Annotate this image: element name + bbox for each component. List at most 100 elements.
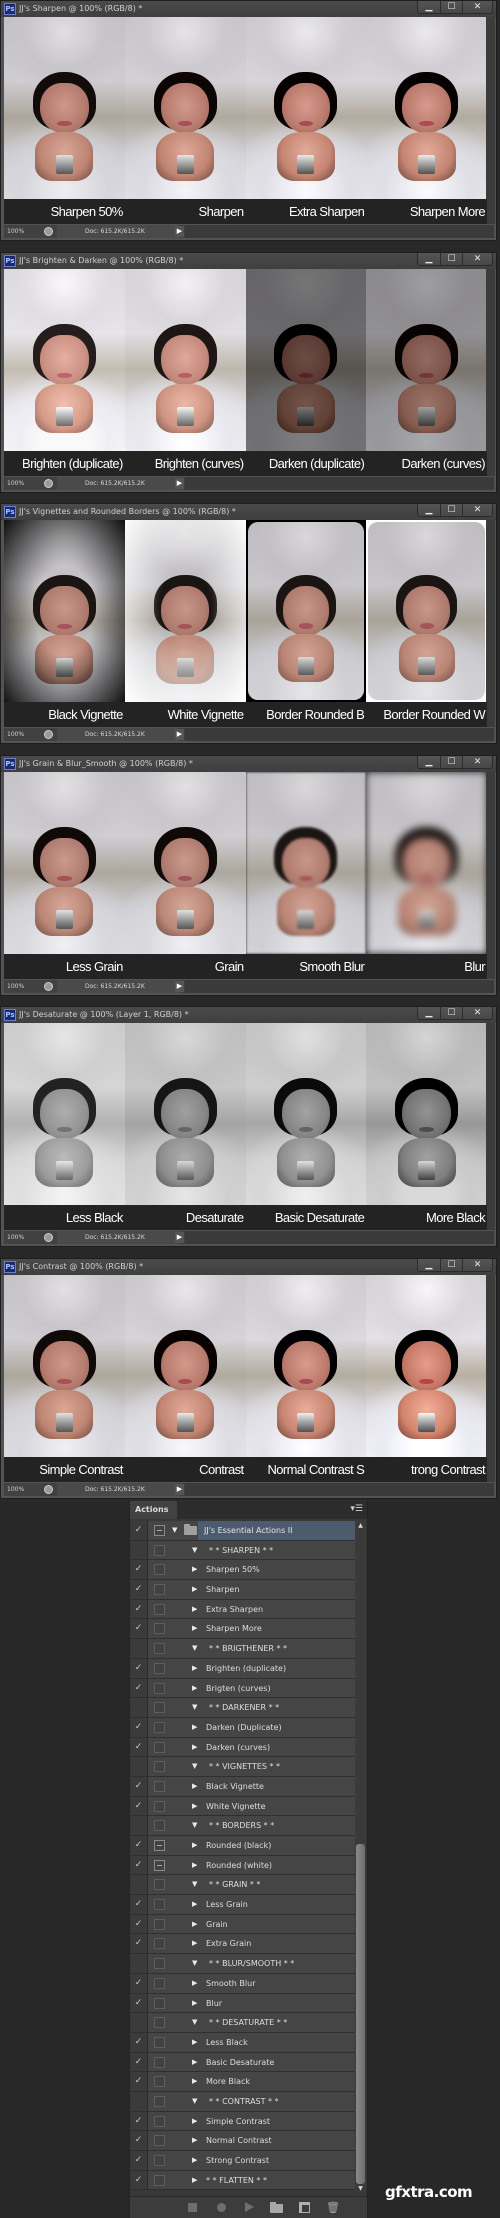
- toggle-item-checkbox[interactable]: ✓: [130, 1678, 148, 1698]
- toggle-item-checkbox[interactable]: ✓: [130, 2151, 148, 2170]
- toggle-item-checkbox[interactable]: ✓: [130, 2032, 148, 2052]
- toggle-item-checkbox[interactable]: ✓: [130, 1560, 148, 1580]
- toggle-item-checkbox[interactable]: ✓: [130, 1717, 148, 1737]
- toggle-dialog-icon[interactable]: [154, 1820, 165, 1832]
- expand-triangle-icon[interactable]: ▶: [192, 1836, 197, 1855]
- zoom-level[interactable]: 100%: [7, 477, 24, 490]
- close-icon[interactable]: ✕: [462, 1007, 492, 1019]
- status-menu-arrow-icon[interactable]: ▶: [175, 1232, 184, 1243]
- collapse-triangle-icon[interactable]: ▼: [192, 1875, 197, 1894]
- action-row[interactable]: ✓ ▶ Sharpen: [130, 1580, 356, 1600]
- action-row[interactable]: ✓ ▶ Sharpen 50%: [130, 1560, 356, 1581]
- action-row[interactable]: ✓ ▶ Strong Contrast: [130, 2151, 356, 2171]
- status-info-icon[interactable]: [44, 479, 53, 488]
- horizontal-scrollbar[interactable]: [185, 1483, 494, 1496]
- toggle-dialog-icon[interactable]: [154, 1721, 165, 1733]
- action-row[interactable]: ✓ ▶ Blur: [130, 1993, 356, 2014]
- action-row[interactable]: ✓ ▶ Brighten (duplicate): [130, 1658, 356, 1679]
- window-title-bar[interactable]: Ps JJ's Contrast @ 100% (RGB/8) * ▁ ☐ ✕: [1, 1259, 496, 1275]
- stop-playing-button[interactable]: [186, 2201, 199, 2214]
- maximize-icon[interactable]: ☐: [440, 504, 462, 516]
- canvas[interactable]: [4, 17, 487, 199]
- collapse-triangle-icon[interactable]: ▼: [192, 1757, 197, 1776]
- tab-actions[interactable]: Actions: [130, 1501, 177, 1519]
- action-group-row[interactable]: ▼ * * GRAIN * *: [130, 1875, 356, 1896]
- toggle-item-checkbox[interactable]: ✓: [130, 2170, 148, 2190]
- zoom-level[interactable]: 100%: [7, 1483, 24, 1496]
- delete-button[interactable]: 🗑: [326, 2201, 340, 2214]
- zoom-level[interactable]: 100%: [7, 728, 24, 741]
- canvas-scrollbar[interactable]: [486, 1275, 495, 1482]
- maximize-icon[interactable]: ☐: [440, 253, 462, 265]
- action-row[interactable]: ✓ ▶ Rounded (black): [130, 1836, 356, 1856]
- toggle-item-checkbox[interactable]: ✓: [130, 2111, 148, 2131]
- toggle-item-checkbox[interactable]: [130, 1954, 148, 1973]
- toggle-dialog-icon[interactable]: [154, 1780, 165, 1792]
- canvas-scrollbar[interactable]: [486, 520, 495, 727]
- toggle-item-checkbox[interactable]: ✓: [130, 1993, 148, 2013]
- toggle-dialog-icon[interactable]: [154, 1800, 165, 1812]
- record-button[interactable]: [215, 2201, 228, 2214]
- minimize-icon[interactable]: ▁: [418, 756, 440, 768]
- toggle-dialog-icon[interactable]: [154, 1643, 165, 1655]
- close-icon[interactable]: ✕: [462, 253, 492, 265]
- action-row[interactable]: ✓ ▶ * * FLATTEN * *: [130, 2170, 356, 2191]
- minimize-icon[interactable]: ▁: [418, 1, 440, 13]
- expand-triangle-icon[interactable]: ▶: [192, 1619, 197, 1638]
- toggle-dialog-icon[interactable]: [154, 1682, 165, 1694]
- status-menu-arrow-icon[interactable]: ▶: [175, 981, 184, 992]
- window-title-bar[interactable]: Ps JJ's Desaturate @ 100% (Layer 1, RGB/…: [1, 1007, 496, 1023]
- expand-triangle-icon[interactable]: ▶: [192, 1560, 197, 1579]
- toggle-item-checkbox[interactable]: ✓: [130, 1934, 148, 1954]
- toggle-item-checkbox[interactable]: ✓: [130, 1580, 148, 1599]
- horizontal-scrollbar[interactable]: [185, 477, 494, 490]
- action-group-row[interactable]: ▼ * * BRIGTHENER * *: [130, 1639, 356, 1659]
- action-row[interactable]: ✓ ▶ Extra Sharpen: [130, 1599, 356, 1620]
- window-title-bar[interactable]: Ps JJ's Brighten & Darken @ 100% (RGB/8)…: [1, 253, 496, 269]
- toggle-dialog-icon[interactable]: [154, 2017, 165, 2029]
- action-row[interactable]: ✓ ▶ More Black: [130, 2072, 356, 2092]
- toggle-dialog-icon[interactable]: [154, 1603, 165, 1615]
- toggle-item-checkbox[interactable]: ✓: [130, 1658, 148, 1678]
- action-group-row[interactable]: ▼ * * SHARPEN * *: [130, 1540, 356, 1561]
- expand-triangle-icon[interactable]: ▶: [192, 1659, 197, 1678]
- new-set-button[interactable]: [270, 2201, 283, 2214]
- expand-triangle-icon[interactable]: ▶: [192, 1915, 197, 1934]
- canvas[interactable]: [4, 269, 487, 451]
- status-info-icon[interactable]: [44, 227, 53, 236]
- toggle-dialog-icon[interactable]: [154, 1918, 165, 1930]
- toggle-item-checkbox[interactable]: ✓: [130, 1836, 148, 1855]
- toggle-dialog-icon[interactable]: [154, 1623, 165, 1635]
- toggle-item-checkbox[interactable]: ✓: [130, 2131, 148, 2150]
- status-info-icon[interactable]: [44, 1485, 53, 1494]
- toggle-item-checkbox[interactable]: ✓: [130, 1737, 148, 1757]
- play-selection-button[interactable]: [242, 2201, 255, 2214]
- toggle-dialog-icon[interactable]: [154, 1879, 165, 1891]
- expand-triangle-icon[interactable]: ▶: [192, 1679, 197, 1698]
- expand-triangle-icon[interactable]: ▶: [192, 1738, 197, 1757]
- horizontal-scrollbar[interactable]: [185, 1231, 494, 1244]
- zoom-level[interactable]: 100%: [7, 225, 24, 238]
- toggle-dialog-icon[interactable]: [154, 1958, 165, 1970]
- actions-scrollbar[interactable]: ▲ ▼: [355, 1521, 366, 2193]
- expand-triangle-icon[interactable]: ▶: [192, 2033, 197, 2052]
- expand-triangle-icon[interactable]: ▶: [192, 1895, 197, 1914]
- expand-triangle-icon[interactable]: ▶: [192, 2131, 197, 2150]
- action-row[interactable]: ✓ ▶ Sharpen More: [130, 1619, 356, 1640]
- expand-triangle-icon[interactable]: ▶: [192, 1600, 197, 1619]
- toggle-dialog-icon[interactable]: [154, 1702, 165, 1714]
- close-icon[interactable]: ✕: [462, 504, 492, 516]
- close-icon[interactable]: ✕: [462, 1, 492, 13]
- collapse-triangle-icon[interactable]: ▼: [192, 1954, 197, 1973]
- toggle-item-checkbox[interactable]: ✓: [130, 1796, 148, 1816]
- collapse-triangle-icon[interactable]: ▼: [192, 1816, 197, 1835]
- close-icon[interactable]: ✕: [462, 1259, 492, 1271]
- action-row[interactable]: ✓ ▶ Less Black: [130, 2032, 356, 2053]
- toggle-dialog-icon[interactable]: [154, 2174, 165, 2186]
- toggle-item-checkbox[interactable]: [130, 1639, 148, 1658]
- canvas[interactable]: [4, 772, 487, 954]
- expand-triangle-icon[interactable]: ▶: [192, 1974, 197, 1993]
- canvas[interactable]: [4, 1275, 487, 1457]
- canvas-scrollbar[interactable]: [486, 1023, 495, 1230]
- expand-triangle-icon[interactable]: ▶: [192, 2112, 197, 2131]
